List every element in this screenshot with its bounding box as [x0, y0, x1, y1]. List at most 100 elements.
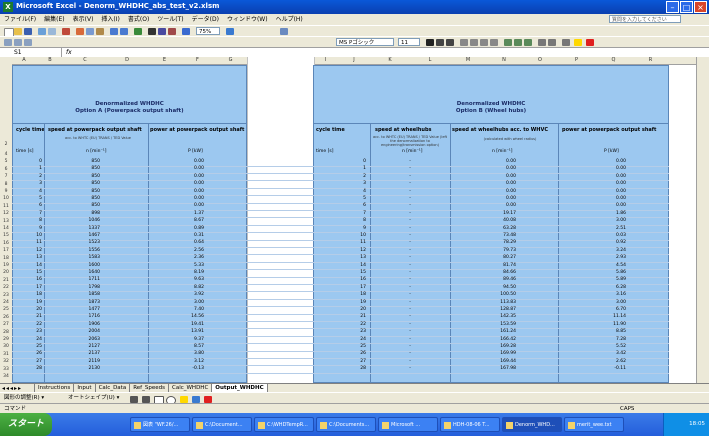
cell-speed-whvc[interactable]: 79.73 — [452, 248, 516, 254]
cell-speed[interactable]: 1556 — [50, 248, 100, 254]
sort-ascending-icon[interactable] — [158, 28, 166, 35]
cell-speed-b[interactable]: - — [372, 211, 448, 217]
cell-time[interactable]: 19 — [14, 300, 42, 306]
cell-time[interactable]: 1 — [14, 166, 42, 172]
align-right-icon[interactable] — [480, 39, 488, 46]
cell-power-b[interactable]: 3.00 — [560, 218, 626, 224]
cell-speed-whvc[interactable]: 113.83 — [452, 300, 516, 306]
cell-speed-b[interactable]: - — [372, 300, 448, 306]
align-center-icon[interactable] — [470, 39, 478, 46]
cell-power-b[interactable]: 11.14 — [560, 314, 626, 320]
column-header[interactable]: G — [214, 57, 247, 64]
row-header[interactable]: 32 — [1, 359, 11, 365]
underline-icon[interactable] — [446, 39, 454, 46]
percent-icon[interactable] — [514, 39, 522, 46]
cell-time-b[interactable]: 6 — [316, 203, 366, 209]
row-header[interactable]: 8 — [1, 182, 11, 188]
cell-power-b[interactable]: 2.62 — [560, 359, 626, 365]
cell-speed-b[interactable]: - — [372, 226, 448, 232]
row-header[interactable]: 28 — [1, 330, 11, 336]
cell-time[interactable]: 15 — [14, 270, 42, 276]
column-header[interactable]: L — [410, 57, 450, 64]
column-header[interactable]: O — [522, 57, 558, 64]
column-header[interactable]: P — [558, 57, 595, 64]
row-header[interactable]: 23 — [1, 293, 11, 299]
cell-time[interactable]: 25 — [14, 344, 42, 350]
cell-speed-b[interactable]: - — [372, 159, 448, 165]
taskbar-item[interactable]: 図表 "WF.26/... — [130, 417, 190, 432]
cell-speed[interactable]: 850 — [50, 203, 100, 209]
cell-time[interactable]: 13 — [14, 255, 42, 261]
cell-speed-whvc[interactable]: 0.00 — [452, 189, 516, 195]
cell-speed[interactable]: 2137 — [50, 351, 100, 357]
cell-power-b[interactable]: 3.42 — [560, 351, 626, 357]
spell-check-icon[interactable] — [62, 28, 70, 35]
cell-power-b[interactable]: 0.00 — [560, 203, 626, 209]
draw-menu[interactable]: 図形の調整(R) ▾ — [4, 394, 44, 403]
taskbar-item[interactable]: C:\WHDTempR... — [254, 417, 314, 432]
cell-speed-whvc[interactable]: 169.44 — [452, 359, 516, 365]
cell-speed-whvc[interactable]: 0.00 — [452, 196, 516, 202]
cell-time-b[interactable]: 19 — [316, 300, 366, 306]
cell-speed-whvc[interactable]: 78.29 — [452, 240, 516, 246]
maximize-button[interactable]: □ — [680, 1, 693, 13]
cell-speed-b[interactable]: - — [372, 248, 448, 254]
cell-speed[interactable]: 1583 — [50, 255, 100, 261]
taskbar-item[interactable]: HDH-08-06 T... — [440, 417, 500, 432]
cell-power[interactable]: 8.19 — [150, 270, 204, 276]
cell-power-b[interactable]: 5.86 — [560, 270, 626, 276]
edit-icon[interactable] — [14, 39, 22, 46]
cell-speed[interactable]: 1711 — [50, 277, 100, 283]
zoom-select[interactable]: 75% — [196, 27, 220, 35]
cell-speed[interactable]: 1716 — [50, 314, 100, 320]
cell-speed[interactable]: 1906 — [50, 322, 100, 328]
menu-file[interactable]: ファイル(F) — [0, 14, 40, 25]
font-color-icon[interactable] — [586, 39, 594, 46]
row-header[interactable]: 29 — [1, 337, 11, 343]
preview-icon[interactable] — [48, 28, 56, 35]
review-icon[interactable] — [280, 28, 288, 35]
cell-power-b[interactable]: 1.86 — [560, 211, 626, 217]
cell-power-b[interactable]: 2.51 — [560, 226, 626, 232]
cell-speed[interactable]: 850 — [50, 174, 100, 180]
cell-time-b[interactable]: 4 — [316, 189, 366, 195]
cell-speed-b[interactable]: - — [372, 255, 448, 261]
menu-tools[interactable]: ツール(T) — [153, 14, 187, 25]
cell-time-b[interactable]: 0 — [316, 159, 366, 165]
cell-time[interactable]: 14 — [14, 263, 42, 269]
cell-speed[interactable]: 898 — [50, 211, 100, 217]
cell-time-b[interactable]: 10 — [316, 233, 366, 239]
merge-center-icon[interactable] — [490, 39, 498, 46]
column-header[interactable]: N — [486, 57, 522, 64]
cell-time[interactable]: 21 — [14, 314, 42, 320]
cell-time[interactable]: 22 — [14, 322, 42, 328]
taskbar-item[interactable]: C:\Documents... — [316, 417, 376, 432]
cell-speed[interactable]: 2130 — [50, 366, 100, 372]
spreadsheet-grid[interactable]: A B C D E F G H I J K L M N O P Q R 2 45… — [0, 57, 697, 383]
cell-power-b[interactable]: 5.52 — [560, 344, 626, 350]
cell-time-b[interactable]: 17 — [316, 285, 366, 291]
cell-power[interactable]: 0.00 — [150, 181, 204, 187]
cell-time[interactable]: 12 — [14, 248, 42, 254]
menu-view[interactable]: 表示(V) — [69, 14, 98, 25]
taskbar-item[interactable]: merit_wee.txt — [564, 417, 624, 432]
cell-time[interactable]: 8 — [14, 218, 42, 224]
column-header[interactable]: J — [338, 57, 370, 64]
increase-indent-icon[interactable] — [548, 39, 556, 46]
menu-insert[interactable]: 挿入(I) — [97, 14, 123, 25]
cell-time[interactable]: 10 — [14, 233, 42, 239]
cell-time-b[interactable]: 3 — [316, 181, 366, 187]
row-header[interactable]: 19 — [1, 263, 11, 269]
cell-time[interactable]: 9 — [14, 226, 42, 232]
cell-speed-b[interactable]: - — [372, 270, 448, 276]
cell-power[interactable]: 0.31 — [150, 233, 204, 239]
cell-speed-b[interactable]: - — [372, 196, 448, 202]
cell-power[interactable]: 14.56 — [150, 314, 204, 320]
column-header[interactable]: A — [12, 57, 36, 64]
cell-speed-b[interactable]: - — [372, 203, 448, 209]
cell-speed-whvc[interactable]: 19.17 — [452, 211, 516, 217]
cell-time[interactable]: 5 — [14, 196, 42, 202]
decrease-indent-icon[interactable] — [538, 39, 546, 46]
row-header[interactable]: 18 — [1, 256, 11, 262]
menu-window[interactable]: ウィンドウ(W) — [223, 14, 272, 25]
